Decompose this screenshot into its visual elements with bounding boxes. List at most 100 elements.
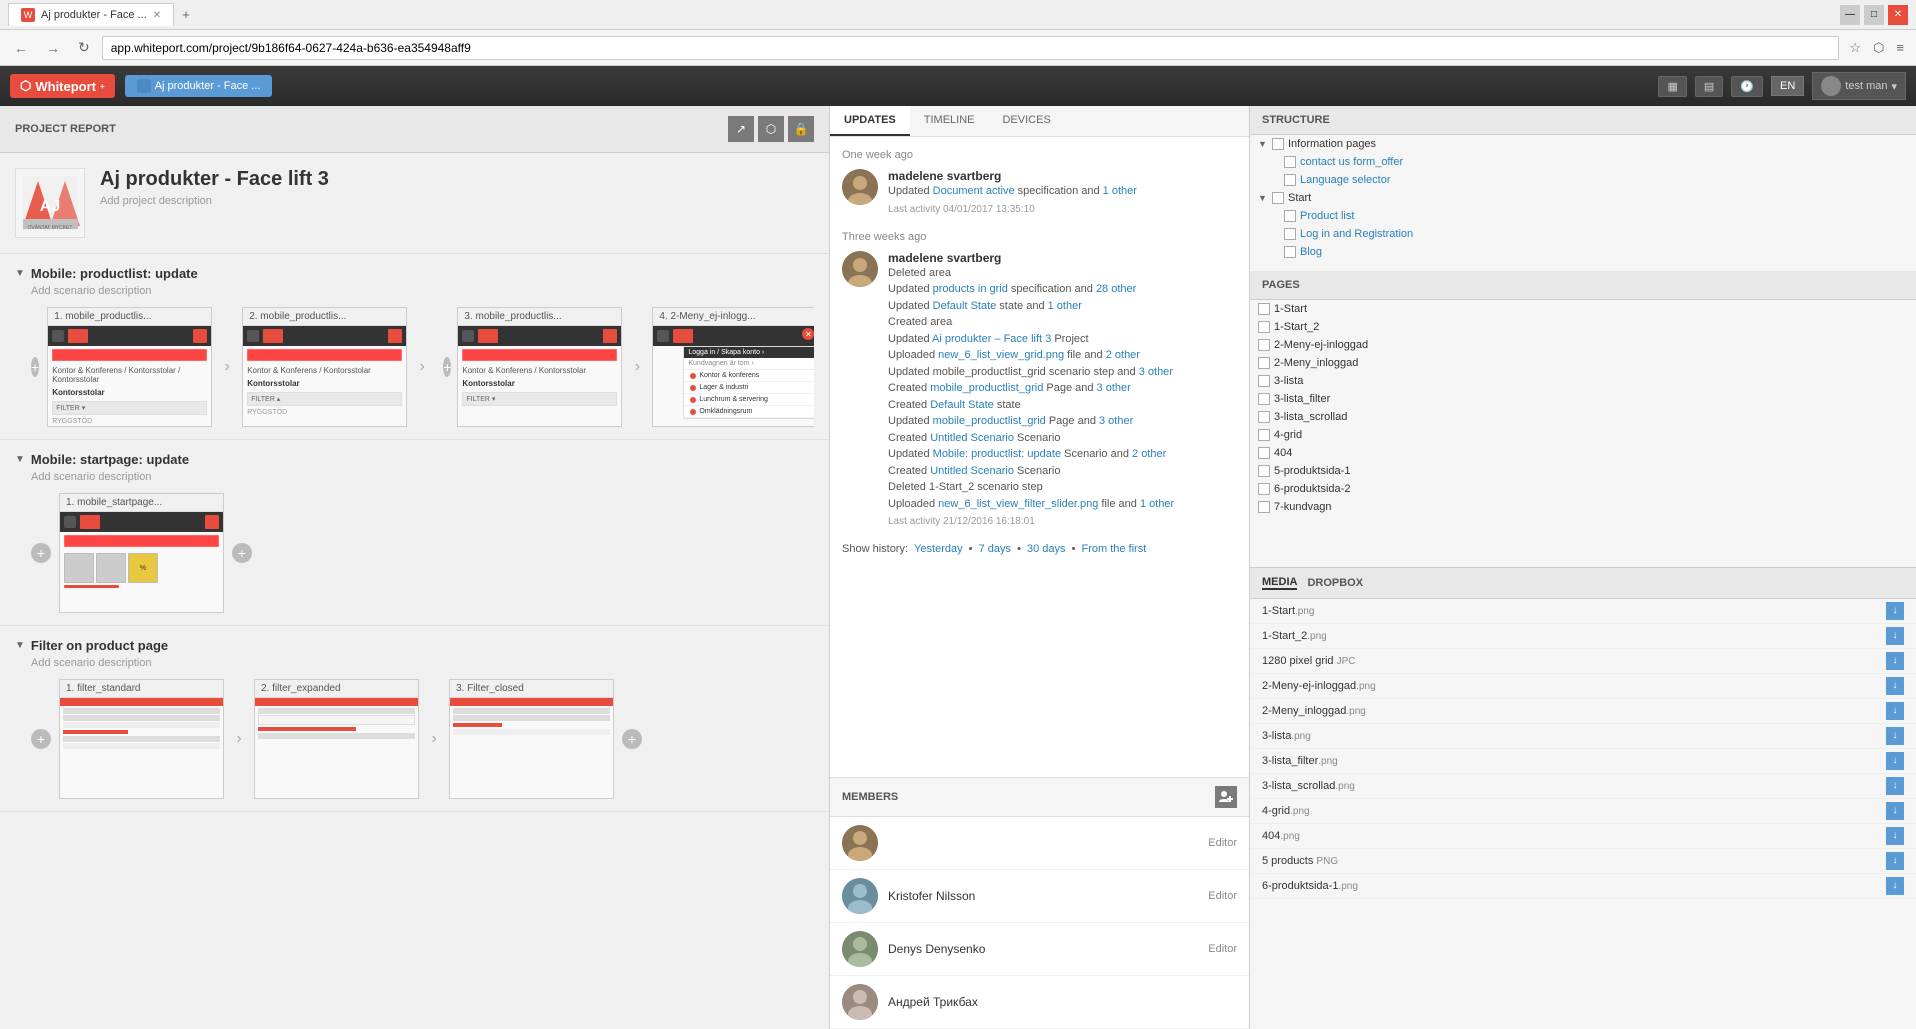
media-download-5-products[interactable]: ↓ xyxy=(1886,852,1904,870)
link-new-6-grid[interactable]: new_6_list_view_grid.png xyxy=(938,349,1064,361)
project-tab[interactable]: Aj produkter - Face ... xyxy=(125,75,273,97)
tree-toggle-info[interactable]: ▼ Information pages xyxy=(1250,135,1916,153)
link-3-other-1[interactable]: 3 other xyxy=(1139,366,1173,378)
media-download-3-lista-filter[interactable]: ↓ xyxy=(1886,752,1904,770)
add-screen-filter-before[interactable]: + xyxy=(31,729,51,749)
new-tab-button[interactable]: + xyxy=(174,3,198,26)
page-1-start-2[interactable]: 1-Start_2 xyxy=(1250,318,1916,336)
tree-check-info[interactable] xyxy=(1272,138,1284,150)
media-download-6-prod-1[interactable]: ↓ xyxy=(1886,877,1904,895)
close-button[interactable]: ✕ xyxy=(1888,5,1908,25)
add-screen-2[interactable]: + xyxy=(443,357,451,377)
language-button[interactable]: EN xyxy=(1771,76,1804,96)
page-check-9[interactable] xyxy=(1258,447,1270,459)
media-download-1-start[interactable]: ↓ xyxy=(1886,602,1904,620)
tree-check-contact[interactable] xyxy=(1284,156,1296,168)
tree-item-blog[interactable]: Blog xyxy=(1250,243,1916,261)
page-check-10[interactable] xyxy=(1258,465,1270,477)
screen-card-2[interactable]: 2. mobile_productlis... Kontor & Konfere… xyxy=(242,307,407,427)
media-download-404[interactable]: ↓ xyxy=(1886,827,1904,845)
media-download-2-meny-in[interactable]: ↓ xyxy=(1886,702,1904,720)
page-check-11[interactable] xyxy=(1258,483,1270,495)
media-tab-media[interactable]: MEDIA xyxy=(1262,576,1297,590)
tree-label-contact[interactable]: contact us form_offer xyxy=(1300,156,1403,168)
page-3-lista-filter[interactable]: 3-lista_filter xyxy=(1250,390,1916,408)
media-download-3-lista[interactable]: ↓ xyxy=(1886,727,1904,745)
add-screen-startpage-before[interactable]: + xyxy=(31,543,51,563)
link-mobile-productlist-grid[interactable]: mobile_productlist_grid xyxy=(930,382,1043,394)
tree-item-productlist[interactable]: Product list xyxy=(1250,207,1916,225)
history-30days[interactable]: 30 days xyxy=(1027,543,1066,555)
add-screen-before-1[interactable]: + xyxy=(31,357,39,377)
page-check-7[interactable] xyxy=(1258,411,1270,423)
update-link-doc-active[interactable]: Document active xyxy=(933,185,1015,197)
tree-item-lang[interactable]: Language selector xyxy=(1250,171,1916,189)
link-1-other-2[interactable]: 1 other xyxy=(1048,300,1082,312)
add-screen-startpage-after[interactable]: + xyxy=(232,543,252,563)
tree-toggle-start[interactable]: ▼ Start xyxy=(1250,189,1916,207)
forward-button[interactable]: → xyxy=(40,38,66,58)
tab-timeline[interactable]: TIMELINE xyxy=(910,106,989,136)
back-button[interactable]: ← xyxy=(8,38,34,58)
maximize-button[interactable]: □ xyxy=(1864,5,1884,25)
tree-item-login[interactable]: Log in and Registration xyxy=(1250,225,1916,243)
page-check-5[interactable] xyxy=(1258,375,1270,387)
update-link-1-other[interactable]: 1 other xyxy=(1103,185,1137,197)
tree-check-lang[interactable] xyxy=(1284,174,1296,186)
media-tab-dropbox[interactable]: DROPBOX xyxy=(1307,577,1363,589)
screen-card-4[interactable]: 4. 2-Meny_ej-inlogg... Logga in / Skapa … xyxy=(652,307,814,427)
tree-check-start[interactable] xyxy=(1272,192,1284,204)
page-check-8[interactable] xyxy=(1258,429,1270,441)
extensions-button[interactable]: ⬡ xyxy=(1869,38,1888,58)
page-2-meny-in[interactable]: 2-Meny_inloggad xyxy=(1250,354,1916,372)
media-download-2-meny-ej[interactable]: ↓ xyxy=(1886,677,1904,695)
page-check-3[interactable] xyxy=(1258,339,1270,351)
lock-button[interactable]: 🔒 xyxy=(788,116,814,142)
history-7days[interactable]: 7 days xyxy=(979,543,1011,555)
screen-card-3[interactable]: 3. mobile_productlis... Kontor & Konfere… xyxy=(457,307,622,427)
tree-label-productlist[interactable]: Product list xyxy=(1300,210,1354,222)
scenario-1-collapse[interactable]: ▼ xyxy=(15,268,25,279)
tree-item-contact[interactable]: contact us form_offer xyxy=(1250,153,1916,171)
add-member-button[interactable] xyxy=(1215,786,1237,808)
view-toggle-1[interactable]: ▦ xyxy=(1658,76,1686,97)
scenario-3-desc[interactable]: Add scenario description xyxy=(31,657,814,669)
link-default-state-2[interactable]: Default State xyxy=(930,399,994,411)
page-check-12[interactable] xyxy=(1258,501,1270,513)
page-4-grid[interactable]: 4-grid xyxy=(1250,426,1916,444)
link-untitled-scenario-2[interactable]: Untitled Scenario xyxy=(930,465,1014,477)
clock-button[interactable]: 🕐 xyxy=(1731,76,1763,97)
media-download-1-start-2[interactable]: ↓ xyxy=(1886,627,1904,645)
scenario-2-desc[interactable]: Add scenario description xyxy=(31,471,814,483)
page-3-lista[interactable]: 3-lista xyxy=(1250,372,1916,390)
link-28-other[interactable]: 28 other xyxy=(1096,283,1136,295)
link-mobile-productlist-update[interactable]: Mobile: productlist: update xyxy=(933,448,1061,460)
link-2-other-2[interactable]: 2 other xyxy=(1132,448,1166,460)
page-404[interactable]: 404 xyxy=(1250,444,1916,462)
filter-card-2[interactable]: 2. filter_expanded xyxy=(254,679,419,799)
tree-label-blog[interactable]: Blog xyxy=(1300,246,1322,258)
page-6-prod-2[interactable]: 6-produktsida-2 xyxy=(1250,480,1916,498)
bookmark-button[interactable]: ☆ xyxy=(1845,38,1865,58)
media-download-3-lista-scroll[interactable]: ↓ xyxy=(1886,777,1904,795)
refresh-button[interactable]: ↻ xyxy=(72,37,96,58)
add-screen-filter-after[interactable]: + xyxy=(622,729,642,749)
page-1-start[interactable]: 1-Start xyxy=(1250,300,1916,318)
screen-card-1[interactable]: 1. mobile_productlis... Kontor & Konfere… xyxy=(47,307,212,427)
share-button[interactable]: ↗ xyxy=(728,116,754,142)
address-bar[interactable] xyxy=(102,36,1840,60)
history-from-first[interactable]: From the first xyxy=(1081,543,1146,555)
tree-label-login[interactable]: Log in and Registration xyxy=(1300,228,1413,240)
filter-card-3[interactable]: 3. Filter_closed xyxy=(449,679,614,799)
link-1-other-filter[interactable]: 1 other xyxy=(1140,498,1174,510)
page-2-meny-ej[interactable]: 2-Meny-ej-inloggad xyxy=(1250,336,1916,354)
page-check-4[interactable] xyxy=(1258,357,1270,369)
tab-close-button[interactable]: ✕ xyxy=(153,10,161,21)
menu-button[interactable]: ≡ xyxy=(1892,38,1908,58)
link-2-other[interactable]: 2 other xyxy=(1106,349,1140,361)
history-yesterday[interactable]: Yesterday xyxy=(914,543,963,555)
tree-check-login[interactable] xyxy=(1284,228,1296,240)
link-3-other-2[interactable]: 3 other xyxy=(1097,382,1131,394)
link-default-state-1[interactable]: Default State xyxy=(933,300,997,312)
screen-startpage-card-1[interactable]: 1. mobile_startpage... % xyxy=(59,493,224,613)
